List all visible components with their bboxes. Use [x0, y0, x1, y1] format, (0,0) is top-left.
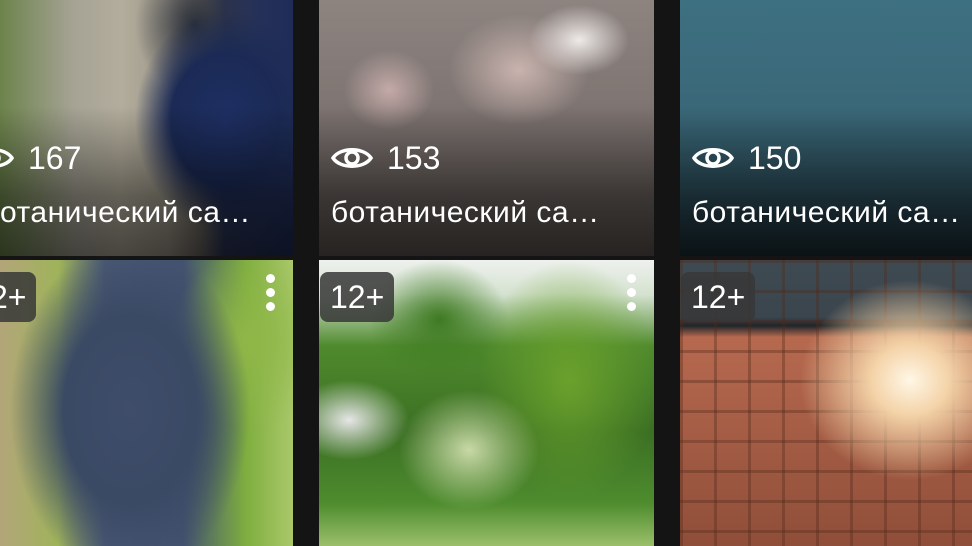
- video-title: отанический са…: [0, 196, 251, 229]
- video-tile[interactable]: 167 отанический са…: [0, 0, 293, 256]
- view-count: 167: [0, 138, 81, 178]
- age-rating-badge: 12+: [320, 272, 395, 322]
- more-menu-button[interactable]: [264, 274, 276, 318]
- video-tile[interactable]: 2+: [0, 260, 293, 546]
- video-tile[interactable]: 153 ботанический са…: [319, 0, 654, 256]
- thumbnail-overlay: [319, 106, 654, 256]
- video-tile[interactable]: 150 ботанический са…: [680, 0, 972, 256]
- thumbnail-overlay: [0, 106, 293, 256]
- video-title: ботанический са…: [692, 196, 961, 229]
- age-rating-badge: 2+: [0, 272, 37, 322]
- video-grid: 167 отанический са… 153 ботанический са……: [0, 0, 972, 546]
- video-tile[interactable]: 12+: [319, 260, 654, 546]
- view-count-value: 167: [28, 140, 82, 176]
- view-count-value: 150: [748, 140, 802, 176]
- more-vertical-icon: [626, 274, 636, 283]
- view-count-value: 153: [387, 140, 441, 176]
- view-count: 150: [692, 138, 801, 178]
- eye-icon: [692, 148, 734, 168]
- video-title: ботанический са…: [331, 196, 600, 229]
- video-thumbnail: [0, 260, 293, 546]
- eye-icon: [331, 148, 373, 168]
- age-rating-badge: 12+: [681, 272, 756, 322]
- more-menu-button[interactable]: [625, 274, 637, 318]
- thumbnail-overlay: [680, 106, 972, 256]
- more-vertical-icon: [265, 274, 275, 283]
- view-count: 153: [331, 138, 440, 178]
- video-tile[interactable]: 12+: [680, 260, 972, 546]
- eye-icon: [0, 148, 14, 168]
